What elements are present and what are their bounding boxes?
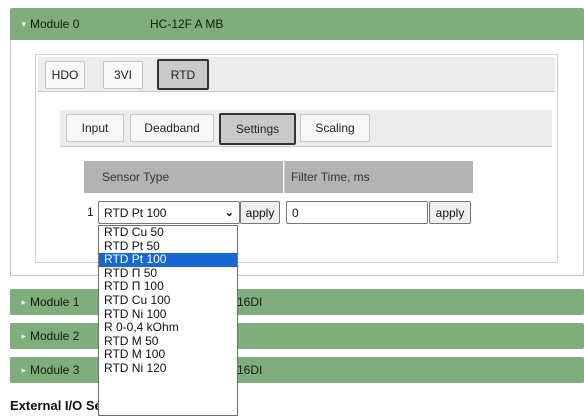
header-label: Filter Time, ms	[291, 170, 370, 184]
tab-label: 3VI	[113, 68, 132, 82]
button-label: apply	[435, 205, 465, 220]
dropdown-option[interactable]: R 0-0,4 kOhm	[99, 321, 237, 335]
module-1-header[interactable]: ▸ Module 1 16DI	[10, 289, 584, 315]
dropdown-option-selected[interactable]: RTD Pt 100	[99, 253, 237, 267]
button-label: apply	[245, 205, 275, 220]
tab-deadband[interactable]: Deadband	[130, 114, 214, 142]
input-value: 0	[292, 205, 299, 220]
tab-label: RTD	[170, 67, 196, 82]
grid-header-index	[84, 161, 96, 193]
tab-hdo[interactable]: HDO	[45, 61, 85, 89]
chevron-down-icon: ▾	[21, 18, 26, 29]
apply-sensor-button[interactable]: apply	[240, 201, 280, 224]
tab-label: Deadband	[144, 121, 200, 135]
tab-label: Input	[81, 121, 109, 135]
chevron-down-icon: ⌄	[224, 207, 234, 219]
tab-label: Scaling	[315, 121, 355, 135]
dropdown-option[interactable]: RTD Ni 100	[99, 307, 237, 322]
apply-filter-button[interactable]: apply	[429, 201, 471, 224]
filter-time-input[interactable]: 0	[286, 201, 428, 224]
module-type: HC-12F A MB	[150, 17, 224, 31]
header-label: Sensor Type	[102, 170, 170, 184]
grid-header-filter-time: Filter Time, ms	[284, 161, 473, 193]
tab-rtd[interactable]: RTD	[157, 59, 209, 90]
row-index: 1	[87, 205, 94, 219]
dropdown-option[interactable]: RTD П 50	[99, 266, 237, 281]
sensor-type-select[interactable]: RTD Pt 100 ⌄	[98, 201, 240, 224]
module-2-header[interactable]: ▸ Module 2	[10, 323, 584, 349]
dropdown-option[interactable]: RTD П 100	[99, 280, 237, 294]
dropdown-option[interactable]: RTD Cu 100	[99, 293, 237, 308]
grid-header-sensor-type: Sensor Type	[96, 161, 283, 193]
module-0-header[interactable]: ▾ Module 0 HC-12F A MB	[10, 8, 584, 40]
tab-scaling[interactable]: Scaling	[300, 114, 370, 142]
dropdown-option[interactable]: RTD M 50	[99, 334, 237, 349]
chevron-right-icon: ▸	[21, 364, 26, 375]
tab-input[interactable]: Input	[66, 114, 124, 142]
dropdown-option[interactable]: RTD M 100	[99, 348, 237, 362]
tab-label: Settings	[235, 122, 280, 136]
dropdown-option[interactable]: RTD Ni 120	[99, 361, 237, 376]
module-title: Module 0	[30, 17, 80, 31]
module-3-header[interactable]: ▸ Module 3 16DI	[10, 357, 584, 383]
tab-settings[interactable]: Settings	[219, 113, 296, 145]
select-value: RTD Pt 100	[104, 205, 167, 220]
sensor-type-dropdown[interactable]: RTD Cu 50 RTD Pt 50 RTD Pt 100 RTD П 50 …	[98, 225, 238, 416]
tab-3vi[interactable]: 3VI	[103, 61, 143, 89]
tab-label: HDO	[51, 68, 79, 82]
dropdown-option[interactable]: RTD Cu 50	[99, 225, 237, 240]
dropdown-option[interactable]: RTD Pt 50	[99, 239, 237, 254]
chevron-right-icon: ▸	[21, 296, 26, 307]
chevron-right-icon: ▸	[21, 330, 26, 341]
